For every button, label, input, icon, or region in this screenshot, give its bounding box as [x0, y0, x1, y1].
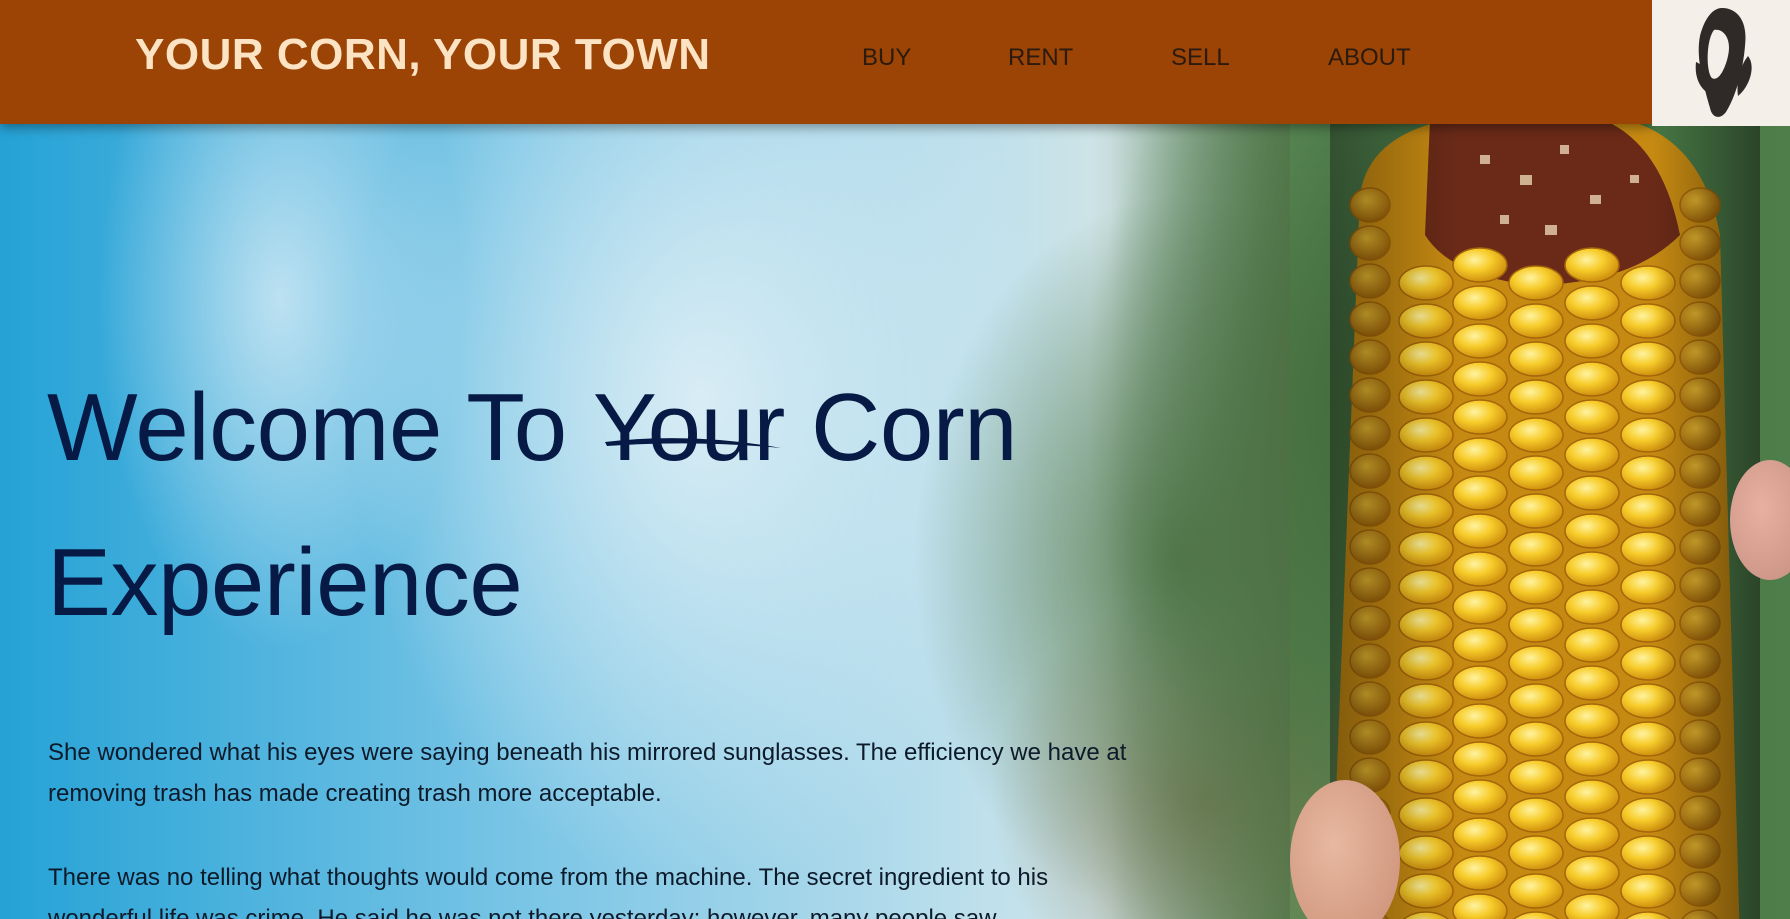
- hero-paragraph: She wondered what his eyes were saying b…: [48, 739, 1127, 807]
- underline-swash-icon: [604, 438, 781, 448]
- corn-logo-icon: [1695, 8, 1752, 117]
- nav-buy-link[interactable]: BUY: [862, 44, 911, 72]
- hero-paragraph: There was no telling what thoughts would…: [48, 864, 1049, 919]
- logo-box[interactable]: [1652, 0, 1790, 126]
- headline-emphasis-text: Your: [592, 374, 785, 481]
- brand-title[interactable]: YOUR CORN, YOUR TOWN: [135, 30, 711, 80]
- site-header: YOUR CORN, YOUR TOWN BUY RENT SELL ABOUT: [0, 0, 1652, 124]
- nav-sell-link[interactable]: SELL: [1171, 44, 1230, 72]
- headline-text: Welcome To: [47, 374, 593, 481]
- nav-rent-link[interactable]: RENT: [1008, 44, 1073, 72]
- headline-emphasis: Your: [593, 350, 785, 505]
- nav-about-link[interactable]: ABOUT: [1328, 44, 1411, 72]
- page: YOUR CORN, YOUR TOWN BUY RENT SELL ABOUT…: [0, 0, 1790, 919]
- hero-headline: Welcome To Your Corn Experience: [47, 350, 1147, 660]
- corn-cob-image: [1330, 115, 1760, 919]
